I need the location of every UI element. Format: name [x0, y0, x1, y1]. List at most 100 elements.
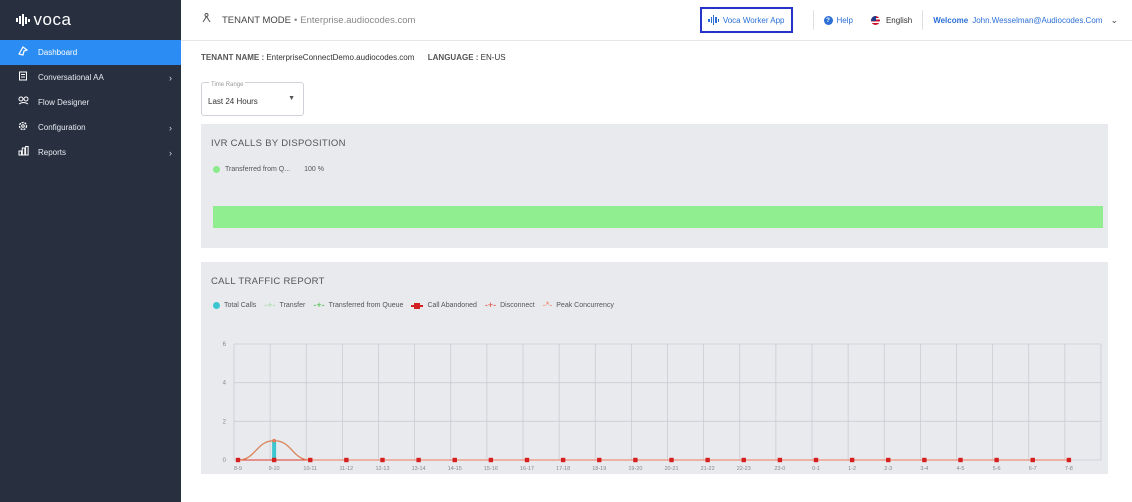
x-tick-label: 12-13: [375, 466, 389, 472]
data-point[interactable]: [741, 457, 746, 463]
dropdown-arrow-icon: ▼: [288, 95, 295, 102]
x-tick-label: 14-15: [448, 466, 462, 472]
ivr-calls-card: IVR CALLS BY DISPOSITION Transferred fro…: [201, 124, 1108, 248]
data-point[interactable]: [271, 457, 277, 463]
data-point[interactable]: [813, 457, 819, 463]
legend-item[interactable]: -+- Transferred from Queue: [313, 301, 404, 310]
legend-marker-icon: -+-: [264, 300, 276, 310]
x-tick-label: 9-10: [269, 466, 280, 472]
data-point[interactable]: [958, 457, 963, 463]
data-point[interactable]: [886, 457, 891, 463]
chevron-right-icon: ›: [169, 147, 172, 158]
chevron-down-icon[interactable]: ⌄: [1110, 15, 1118, 26]
data-point[interactable]: [488, 457, 494, 463]
us-flag-icon: [870, 15, 880, 25]
traffic-card-title: CALL TRAFFIC REPORT: [211, 276, 325, 287]
x-tick-label: 16-17: [520, 466, 534, 472]
x-tick-label: 11-12: [340, 466, 354, 472]
data-point[interactable]: [380, 457, 385, 463]
ivr-disposition-bar[interactable]: [213, 206, 1103, 228]
data-point[interactable]: [597, 457, 602, 463]
conversational-icon: [16, 71, 30, 84]
data-point[interactable]: [344, 457, 349, 463]
chevron-right-icon: ›: [169, 122, 172, 133]
data-point[interactable]: [922, 457, 927, 463]
legend-label: Call Abandoned: [427, 302, 477, 309]
dashboard-icon: [16, 46, 30, 59]
legend-item[interactable]: Call Abandoned: [411, 302, 477, 309]
help-label: Help: [836, 15, 853, 25]
x-tick-label: 13-14: [412, 466, 426, 472]
bar-total-calls[interactable]: [272, 440, 277, 460]
sidebar-item-dashboard[interactable]: Dashboard: [0, 40, 181, 65]
legend-item[interactable]: -+- Transfer: [264, 300, 306, 310]
voca-logo[interactable]: voca: [0, 0, 181, 40]
flow-icon: [16, 96, 30, 109]
voca-worker-app-button[interactable]: Voca Worker App: [700, 7, 793, 33]
help-link[interactable]: ? Help: [823, 15, 853, 25]
data-point[interactable]: [524, 457, 530, 463]
sidebar-item-configuration[interactable]: Configuration ›: [0, 115, 181, 140]
y-tick-label: 4: [223, 381, 227, 387]
language-selector[interactable]: English: [870, 15, 913, 25]
logo-text: voca: [33, 10, 72, 29]
chevron-right-icon: ›: [169, 72, 172, 83]
series-line: [237, 440, 1069, 461]
sidebar-item-flow-designer[interactable]: Flow Designer: [0, 90, 181, 115]
data-point[interactable]: [777, 457, 783, 463]
tenant-info: TENANT NAME : EnterpriseConnectDemo.audi…: [201, 53, 506, 62]
x-tick-label: 21-22: [701, 466, 715, 472]
language-info-label: LANGUAGE :: [427, 53, 479, 62]
legend-item[interactable]: -+- Disconnect: [484, 300, 535, 310]
data-point[interactable]: [1066, 457, 1072, 463]
data-point[interactable]: [633, 457, 638, 463]
legend-item[interactable]: Total Calls: [213, 302, 256, 309]
legend-label: Transfer: [279, 302, 306, 309]
sidebar-item-label: Flow Designer: [38, 98, 90, 107]
time-range-select[interactable]: Time Range Last 24 Hours ▼: [201, 82, 304, 116]
sidebar-item-reports[interactable]: Reports ›: [0, 140, 181, 165]
legend-label: Disconnect: [500, 302, 535, 309]
x-tick-label: 23-0: [774, 466, 785, 472]
data-point[interactable]: [849, 457, 855, 463]
call-traffic-chart: 0 2 4 6 8-9 9-10 10-11 11-12 12-13 13-14 14-15 15-1…: [223, 342, 1102, 472]
x-tick-label: 10-11: [303, 466, 317, 472]
x-tick-label: 18-19: [592, 466, 606, 472]
data-point[interactable]: [705, 457, 710, 463]
voca-worker-app-icon: [708, 15, 719, 25]
data-point[interactable]: [669, 457, 674, 463]
x-tick-label: 20-21: [664, 466, 678, 472]
legend-item[interactable]: -*- Peak Concurrency: [543, 301, 614, 310]
x-tick-label: 3-4: [920, 466, 928, 472]
data-point[interactable]: [308, 457, 313, 463]
legend-label: Peak Concurrency: [556, 302, 614, 309]
data-point[interactable]: [1030, 457, 1035, 463]
voca-logo-icon: [16, 14, 30, 26]
sidebar-item-conversational-aa[interactable]: Conversational AA ›: [0, 65, 181, 90]
gear-icon: [16, 121, 30, 134]
main-content: TENANT MODE • Enterprise.audiocodes.com …: [181, 0, 1132, 502]
legend-marker-icon: -+-: [484, 300, 497, 310]
language-label: English: [885, 15, 913, 25]
y-tick-label: 6: [223, 342, 227, 348]
ivr-legend[interactable]: Transferred from Q... 100 %: [213, 166, 324, 173]
sidebar-nav: Dashboard Conversational AA › Flow Desig…: [0, 40, 181, 165]
x-tick-label: 19-20: [628, 466, 642, 472]
legend-marker-icon: [213, 302, 220, 309]
data-point[interactable]: [560, 457, 566, 463]
x-tick-label: 7-8: [1065, 466, 1073, 472]
legend-label: Transferred from Queue: [328, 302, 404, 309]
data-point[interactable]: [235, 457, 241, 463]
user-menu[interactable]: John.Wesselman@Audiocodes.Com: [972, 16, 1102, 25]
data-point[interactable]: [272, 438, 276, 443]
data-point[interactable]: [452, 457, 457, 463]
data-point[interactable]: [416, 457, 421, 463]
sidebar-item-label: Dashboard: [38, 48, 78, 57]
data-point[interactable]: [994, 457, 999, 463]
legend-label: Total Calls: [224, 302, 257, 309]
top-bar: TENANT MODE • Enterprise.audiocodes.com …: [181, 0, 1132, 41]
x-tick-label: 6-7: [1029, 466, 1037, 472]
tenant-domain: Enterprise.audiocodes.com: [300, 14, 416, 26]
x-tick-label: 0-1: [812, 466, 820, 472]
reports-icon: [16, 146, 30, 159]
